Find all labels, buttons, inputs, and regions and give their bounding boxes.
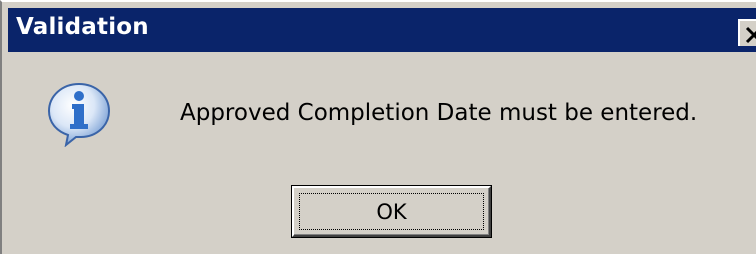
- validation-message: Approved Completion Date must be entered…: [180, 100, 698, 126]
- close-icon: [745, 26, 756, 44]
- title-bar[interactable]: Validation: [8, 8, 756, 52]
- information-icon: [47, 82, 111, 147]
- ok-button[interactable]: OK: [291, 185, 492, 238]
- close-button[interactable]: [738, 19, 756, 46]
- validation-dialog: Validation Approved Completion Date must…: [0, 0, 756, 254]
- window-title: Validation: [16, 14, 149, 40]
- ok-button-label: OK: [376, 199, 407, 224]
